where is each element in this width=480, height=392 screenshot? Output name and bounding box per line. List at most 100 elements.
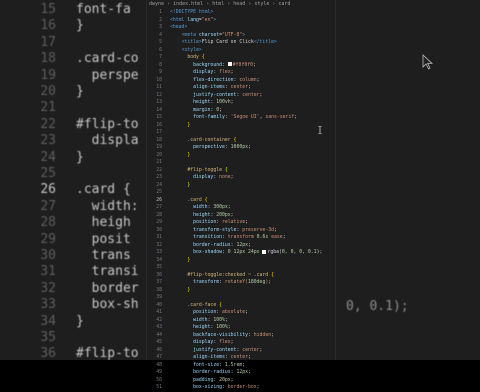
code-line[interactable]: 26 .card { <box>147 197 335 205</box>
code-line[interactable]: 35 <box>147 264 335 272</box>
code-line[interactable]: 9 display: flex; <box>147 69 335 77</box>
code-line[interactable]: 24 } <box>147 182 335 190</box>
background-code-line: 18 .card-co <box>0 51 139 67</box>
code-line[interactable]: 21 <box>147 159 335 167</box>
code-line[interactable]: 49 border-radius: 12px; <box>147 369 335 377</box>
code-text: .card { <box>187 197 208 203</box>
breadcrumb-item[interactable]: › index.html <box>167 1 203 7</box>
background-code-text: .card-co <box>76 51 139 67</box>
line-number: 46 <box>156 347 162 353</box>
line-number: 3 <box>159 25 162 30</box>
code-line[interactable]: 7 body { <box>147 54 335 62</box>
background-line-number: 16 <box>40 18 56 34</box>
code-line[interactable]: 1 <!DOCTYPE html> <box>147 9 335 17</box>
code-line[interactable]: 19 perspective: 1000px; <box>147 144 335 152</box>
code-line[interactable]: 3 <head> <box>147 24 335 32</box>
breadcrumb-item[interactable]: › card <box>272 1 290 7</box>
code-line[interactable]: 44 backface-visibility: hidden; <box>147 332 335 340</box>
code-text: display: none; <box>193 175 234 180</box>
background-code-line: 32 border <box>0 280 139 296</box>
line-number: 36 <box>156 272 162 278</box>
code-line[interactable]: 50 padding: 20px; <box>147 377 335 385</box>
code-line[interactable]: 27 width: 300px; <box>147 204 335 212</box>
background-code-line: 26 .card { <box>0 182 130 197</box>
code-editor[interactable]: dwyne › index.html › html › head › style › ca… <box>146 0 336 390</box>
code-line[interactable]: 46 justify-content: center; <box>147 347 335 355</box>
code-line[interactable]: 15 font-family: 'Segoe UI', sans-serif; <box>147 114 335 122</box>
background-code-line: 36 #flip-to <box>0 346 138 360</box>
code-line[interactable]: 40 .card-face { <box>147 302 335 310</box>
code-text: justify-content: center; <box>193 92 263 98</box>
background-code-text: border <box>76 280 139 296</box>
code-text: <!DOCTYPE html> <box>170 10 214 15</box>
code-text: border-radius: 12px; <box>193 370 251 375</box>
code-line[interactable]: 37 transform: rotateY(180deg); <box>147 279 335 287</box>
background-code-fragment: 0, 0.1); <box>346 299 409 314</box>
code-line[interactable]: 23 display: none; <box>147 174 335 182</box>
code-line[interactable]: 17 <box>147 129 335 137</box>
code-line[interactable]: 29 position: relative; <box>147 219 335 227</box>
line-number: 32 <box>156 242 162 248</box>
code-line[interactable]: 28 height: 200px; <box>147 212 335 220</box>
code-line[interactable]: 47 align-items: center; <box>147 354 335 362</box>
line-number: 49 <box>156 370 162 375</box>
background-code-line: 17 <box>0 35 76 50</box>
code-text: height: 100%; <box>193 325 231 330</box>
code-line[interactable]: 30 transform-style: preserve-3d; <box>147 227 335 235</box>
code-line[interactable]: 33 box-shadow: 0 12px 24px rgba(0, 0, 0,… <box>147 249 335 257</box>
code-line[interactable]: 25 <box>147 189 335 197</box>
code-line[interactable]: 38 } <box>147 287 335 295</box>
line-number: 16 <box>156 122 162 128</box>
code-line[interactable]: 16 } <box>147 122 335 130</box>
breadcrumb-item[interactable]: › style <box>248 1 269 7</box>
line-number: 21 <box>156 160 162 165</box>
code-line[interactable]: 18 .card-container { <box>147 137 335 145</box>
line-number: 25 <box>156 190 162 195</box>
code-line[interactable]: 6 <style> <box>147 47 335 55</box>
background-line-number: 36 <box>40 346 56 360</box>
code-text: } <box>187 257 191 263</box>
code-line[interactable]: 42 width: 100%; <box>147 317 335 325</box>
code-line[interactable]: 45 display: flex; <box>147 339 335 347</box>
code-line[interactable]: 34 } <box>147 257 335 265</box>
code-line[interactable]: 2 <html lang="en"> <box>147 17 335 25</box>
breadcrumb-item[interactable]: › html <box>206 1 224 7</box>
code-line[interactable]: 48 font-size: 1.5rem; <box>147 362 335 370</box>
line-number: 23 <box>156 175 162 180</box>
code-line[interactable]: 10 flex-direction: column; <box>147 77 335 85</box>
line-number: 26 <box>156 197 162 203</box>
code-line[interactable]: 13 height: 100vh; <box>147 99 335 107</box>
code-line[interactable]: 8 background: #f0f0f0; <box>147 62 335 70</box>
code-line[interactable]: 14 margin: 0; <box>147 107 335 115</box>
code-line[interactable]: 43 height: 100%; <box>147 324 335 332</box>
background-line-number: 27 <box>40 198 56 214</box>
code-text: background: #f0f0f0; <box>193 62 256 68</box>
code-line[interactable]: 22 #flip-toggle { <box>147 167 335 175</box>
code-area[interactable]: 1 <!DOCTYPE html> 2 <html lang="en"> 3 <head>… <box>147 9 335 392</box>
code-line[interactable]: 11 align-items: center; <box>147 84 335 92</box>
background-line-number: 20 <box>40 84 56 99</box>
background-code-text: font-fa <box>76 2 131 17</box>
background-line-number: 15 <box>40 2 56 17</box>
line-number: 15 <box>156 115 162 120</box>
code-text: <meta charset="UTF-8"> <box>181 32 246 38</box>
code-line[interactable]: 4 <meta charset="UTF-8"> <box>147 32 335 40</box>
background-line-number: 24 <box>40 149 56 165</box>
code-line[interactable]: 32 border-radius: 12px; <box>147 242 335 250</box>
code-line[interactable]: 12 justify-content: center; <box>147 92 335 100</box>
code-line[interactable]: 31 transition: transform 0.6s ease; <box>147 234 335 242</box>
background-code-line: 25 <box>0 166 76 181</box>
background-code-text: heigh <box>76 215 131 231</box>
background-line-number: 33 <box>40 297 56 313</box>
breadcrumb-item[interactable]: dwyne <box>149 1 164 7</box>
breadcrumb-item[interactable]: › head <box>227 1 245 7</box>
line-number: 45 <box>156 340 162 345</box>
code-text: .card-container { <box>187 137 237 143</box>
code-line[interactable]: 39 <box>147 294 335 302</box>
code-line[interactable]: 51 box-sizing: border-box; <box>147 384 335 392</box>
code-line[interactable]: 5 <title>Flip Card on Click</title> <box>147 39 335 47</box>
code-line[interactable]: 20 } <box>147 152 335 160</box>
background-code-text: #flip-to <box>76 116 139 132</box>
code-line[interactable]: 36 #flip-toggle:checked ~ .card { <box>147 272 335 280</box>
code-line[interactable]: 41 position: absolute; <box>147 309 335 317</box>
